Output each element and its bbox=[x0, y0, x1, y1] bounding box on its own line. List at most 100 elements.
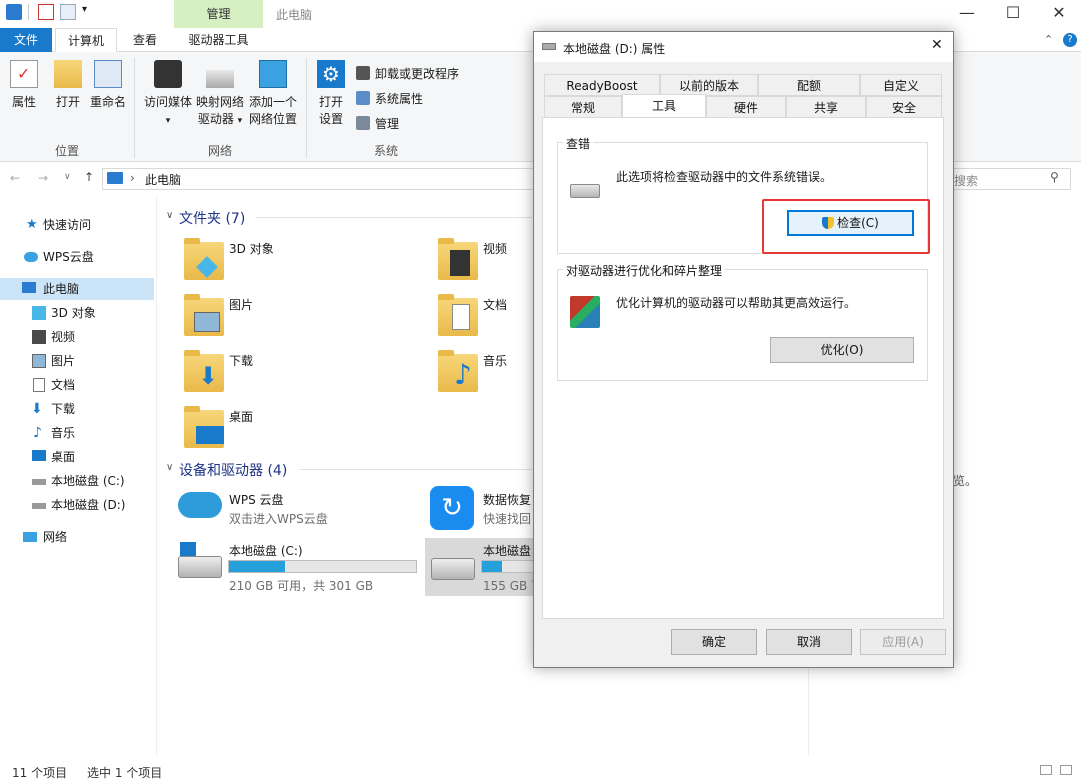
error-checking-description: 此选项将检查驱动器中的文件系统错误。 bbox=[616, 170, 833, 184]
collapse-chevron-icon[interactable]: ∨ bbox=[166, 462, 173, 473]
defrag-icon bbox=[570, 296, 600, 328]
optimize-group bbox=[557, 269, 928, 381]
error-checking-group-label: 查错 bbox=[563, 135, 594, 152]
add-network-location-button[interactable]: 添加一个 网络位置 bbox=[246, 60, 300, 128]
folder-documents[interactable]: 文档 bbox=[436, 294, 532, 340]
nav-item-downloads[interactable]: ⬇ 下载 bbox=[0, 398, 154, 420]
open-button[interactable]: 打开 bbox=[50, 60, 86, 111]
dialog-title: 本地磁盘 (D:) 属性 bbox=[563, 42, 666, 56]
nav-item-desktop[interactable]: 桌面 bbox=[0, 446, 154, 468]
tab-computer[interactable]: 计算机 bbox=[55, 28, 117, 52]
open-settings-label-1: 打开 bbox=[318, 95, 343, 109]
nav-label: 文档 bbox=[51, 378, 76, 392]
cloud-icon bbox=[178, 492, 222, 518]
folder-videos[interactable]: 视频 bbox=[436, 238, 532, 284]
properties-button[interactable]: ✓ 属性 bbox=[6, 60, 42, 111]
drive-icon bbox=[178, 556, 222, 578]
details-view-icon[interactable] bbox=[1040, 765, 1052, 775]
folder-3d-objects[interactable]: 3D 对象 bbox=[182, 238, 422, 284]
recovery-icon: ↻ bbox=[430, 486, 474, 530]
nav-network[interactable]: 网络 bbox=[0, 526, 154, 548]
gear-icon: ⚙ bbox=[317, 60, 345, 88]
nav-wps-cloud[interactable]: WPS云盘 bbox=[0, 246, 154, 268]
manage-button[interactable]: 管理 bbox=[375, 115, 399, 132]
ok-button[interactable]: 确定 bbox=[671, 629, 757, 655]
manage-context-tab[interactable]: 管理 bbox=[174, 0, 263, 28]
maximize-button[interactable]: ☐ bbox=[990, 2, 1036, 26]
folders-section-header[interactable]: 文件夹 (7) bbox=[179, 208, 245, 228]
tab-security[interactable]: 安全 bbox=[866, 96, 942, 118]
tab-file[interactable]: 文件 bbox=[0, 28, 52, 52]
cancel-button[interactable]: 取消 bbox=[766, 629, 852, 655]
open-label: 打开 bbox=[55, 95, 80, 109]
breadcrumb-this-pc[interactable]: 此电脑 bbox=[145, 171, 181, 188]
nav-item-music[interactable]: ♪ 音乐 bbox=[0, 422, 154, 444]
folder-label: 桌面 bbox=[229, 410, 254, 424]
folder-pictures[interactable]: 图片 bbox=[182, 294, 422, 340]
apply-button[interactable]: 应用(A) bbox=[860, 629, 946, 655]
back-button[interactable]: ← bbox=[10, 171, 20, 185]
tab-general[interactable]: 常规 bbox=[544, 96, 622, 118]
system-properties-icon bbox=[356, 91, 370, 105]
nav-label: 视频 bbox=[51, 330, 76, 344]
desktop-icon bbox=[32, 450, 46, 461]
access-media-button[interactable]: 访问媒体 ▾ bbox=[142, 60, 194, 130]
folder-label: 文档 bbox=[483, 298, 508, 312]
tab-quota[interactable]: 配额 bbox=[758, 74, 860, 96]
wps-cloud-drive[interactable]: WPS 云盘 双击进入WPS云盘 bbox=[176, 486, 422, 530]
close-button[interactable]: ✕ bbox=[1036, 2, 1081, 26]
drive-d-selected[interactable]: 本地磁盘 155 GB 可 bbox=[425, 538, 543, 596]
tab-tools[interactable]: 工具 bbox=[622, 94, 706, 118]
drive-c[interactable]: 本地磁盘 (C:) 210 GB 可用，共 301 GB bbox=[176, 538, 422, 596]
title-bar bbox=[0, 0, 1081, 28]
tab-drive-tools[interactable]: 驱动器工具 bbox=[174, 28, 263, 52]
tab-customize[interactable]: 自定义 bbox=[860, 74, 942, 96]
map-drive-label-2: 驱动器 bbox=[197, 112, 234, 126]
help-icon[interactable]: ? bbox=[1063, 33, 1077, 47]
collapse-ribbon-icon[interactable]: ⌃ bbox=[1044, 33, 1053, 46]
nav-label: 3D 对象 bbox=[51, 306, 96, 320]
nav-quick-access[interactable]: ★ 快速访问 bbox=[0, 214, 154, 236]
large-icons-view-icon[interactable] bbox=[1060, 765, 1072, 775]
drive-c-usage-bar bbox=[228, 560, 417, 573]
minimize-button[interactable]: — bbox=[944, 2, 990, 26]
system-properties-button[interactable]: 系统属性 bbox=[375, 90, 423, 107]
search-icon[interactable]: ⚲ bbox=[1050, 170, 1059, 184]
new-folder-quick-icon[interactable] bbox=[60, 4, 76, 20]
properties-quick-icon[interactable] bbox=[38, 4, 54, 20]
customize-quick-access-icon[interactable]: ▾ bbox=[82, 4, 87, 15]
open-folder-icon bbox=[54, 60, 82, 88]
uninstall-button[interactable]: 卸载或更改程序 bbox=[375, 65, 459, 82]
folder-desktop[interactable]: 桌面 bbox=[182, 406, 422, 452]
tab-sharing[interactable]: 共享 bbox=[786, 96, 866, 118]
devices-section-header[interactable]: 设备和驱动器 (4) bbox=[179, 460, 287, 480]
music-note-icon: ♪ bbox=[33, 425, 42, 441]
rename-button[interactable]: 重命名 bbox=[90, 60, 126, 111]
nav-this-pc[interactable]: 此电脑 bbox=[0, 278, 154, 300]
tab-previous-versions[interactable]: 以前的版本 bbox=[660, 74, 758, 96]
group-network-label: 网络 bbox=[207, 144, 232, 158]
optimize-button[interactable]: 优化(O) bbox=[770, 337, 914, 363]
nav-item-drive-c[interactable]: 本地磁盘 (C:) bbox=[0, 470, 154, 492]
nav-item-pictures[interactable]: 图片 bbox=[0, 350, 154, 372]
tab-view[interactable]: 查看 bbox=[120, 28, 170, 52]
drive-icon bbox=[431, 558, 475, 580]
forward-button[interactable]: → bbox=[38, 171, 48, 185]
nav-item-3d-objects[interactable]: 3D 对象 bbox=[0, 302, 154, 324]
nav-item-drive-d[interactable]: 本地磁盘 (D:) bbox=[0, 494, 154, 516]
dialog-close-button[interactable]: ✕ bbox=[931, 37, 943, 53]
folder-downloads[interactable]: ⬇ 下载 bbox=[182, 350, 422, 396]
nav-item-documents[interactable]: 文档 bbox=[0, 374, 154, 396]
nav-label: 音乐 bbox=[51, 426, 76, 440]
map-drive-button[interactable]: 映射网络 驱动器 ▾ bbox=[194, 60, 246, 130]
open-settings-button[interactable]: ⚙ 打开 设置 bbox=[312, 60, 350, 128]
highlight-annotation bbox=[762, 199, 930, 254]
recent-locations-chevron-icon[interactable]: ∨ bbox=[64, 172, 71, 182]
data-recovery-app[interactable]: ↻ 数据恢复 快速找回 bbox=[428, 486, 532, 530]
folder-music[interactable]: ♪ 音乐 bbox=[436, 350, 532, 396]
tab-hardware[interactable]: 硬件 bbox=[706, 96, 786, 118]
tab-readyboost[interactable]: ReadyBoost bbox=[544, 74, 660, 96]
collapse-chevron-icon[interactable]: ∨ bbox=[166, 210, 173, 221]
up-button[interactable]: ↑ bbox=[84, 170, 94, 184]
nav-item-videos[interactable]: 视频 bbox=[0, 326, 154, 348]
